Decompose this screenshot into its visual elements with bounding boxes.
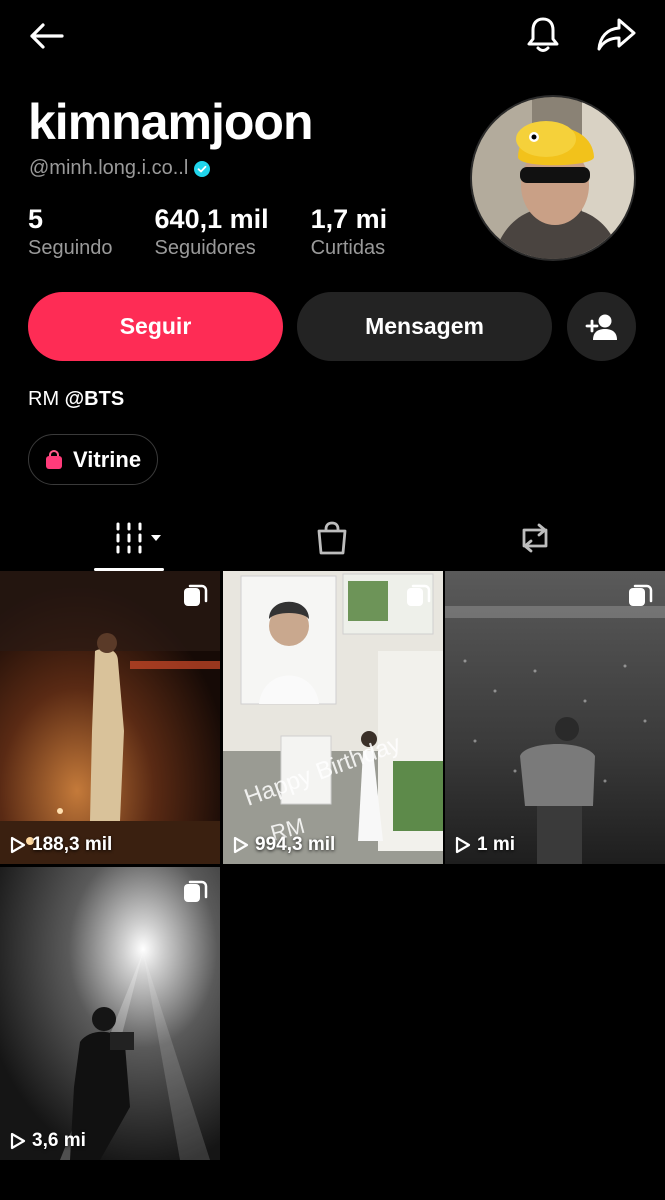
view-count: 994,3 mil bbox=[233, 834, 335, 856]
stat-label: Curtidas bbox=[310, 237, 386, 259]
profile-bio: RM @BTS bbox=[28, 388, 124, 411]
video-tile[interactable]: Happy Birthday RM 994,3 mil bbox=[223, 571, 443, 864]
add-friend-button[interactable] bbox=[567, 292, 636, 361]
bio-mention-link[interactable]: @BTS bbox=[65, 388, 125, 410]
add-user-icon bbox=[585, 314, 617, 340]
verified-badge-icon bbox=[194, 160, 211, 177]
bio-text: RM bbox=[28, 388, 65, 410]
tab-shop[interactable] bbox=[252, 505, 412, 571]
stat-label: Seguidores bbox=[154, 237, 256, 259]
stat-value: 1,7 mi bbox=[310, 204, 388, 234]
view-count: 188,3 mil bbox=[10, 834, 112, 856]
top-bar bbox=[0, 0, 665, 72]
stat-value: 640,1 mil bbox=[154, 204, 269, 234]
grid-lines-icon bbox=[116, 522, 161, 554]
multi-photo-icon bbox=[184, 880, 208, 902]
bell-icon bbox=[527, 17, 559, 52]
profile-name: kimnamjoon bbox=[28, 94, 313, 150]
view-count-label: 3,6 mi bbox=[32, 1130, 86, 1151]
profile-handle: @minh.long.i.co..l bbox=[29, 157, 189, 179]
avatar-image bbox=[472, 97, 634, 259]
view-count-label: 188,3 mil bbox=[32, 834, 113, 855]
tab-videos[interactable] bbox=[60, 505, 220, 571]
stat-value: 5 bbox=[28, 204, 44, 234]
play-icon bbox=[10, 836, 26, 854]
stat-followers[interactable]: 640,1 mil Seguidores bbox=[155, 203, 269, 260]
play-icon bbox=[233, 836, 249, 854]
share-button[interactable] bbox=[588, 12, 644, 58]
play-icon bbox=[10, 1132, 26, 1150]
video-thumbnail bbox=[0, 867, 220, 1160]
shopping-bag-icon bbox=[317, 521, 347, 555]
notifications-button[interactable] bbox=[515, 12, 571, 58]
multi-photo-icon bbox=[407, 584, 431, 606]
profile-page: kimnamjoon @minh.long.i.co..l 5 Seguindo… bbox=[0, 0, 665, 1200]
video-thumbnail bbox=[445, 571, 665, 864]
profile-stats: 5 Seguindo 640,1 mil Seguidores 1,7 mi C… bbox=[28, 203, 429, 260]
view-count-label: 994,3 mil bbox=[255, 834, 336, 855]
view-count: 3,6 mi bbox=[10, 1130, 86, 1152]
video-thumbnail: Happy Birthday RM bbox=[223, 571, 443, 864]
video-tile[interactable]: 1 mi bbox=[445, 571, 665, 864]
repost-icon bbox=[522, 523, 548, 553]
stat-label: Seguindo bbox=[28, 237, 113, 259]
back-arrow-icon bbox=[30, 23, 64, 49]
video-thumbnail bbox=[0, 571, 220, 864]
play-icon bbox=[455, 836, 471, 854]
content-tabs bbox=[0, 505, 665, 571]
back-button[interactable] bbox=[20, 14, 72, 58]
chevron-down-icon bbox=[151, 535, 161, 541]
shopping-bag-icon bbox=[46, 449, 62, 469]
video-tile[interactable]: 188,3 mil bbox=[0, 571, 220, 864]
follow-button[interactable]: Seguir bbox=[28, 292, 283, 361]
handle-row: @minh.long.i.co..l bbox=[29, 157, 211, 180]
multi-photo-icon bbox=[629, 584, 653, 606]
stat-following[interactable]: 5 Seguindo bbox=[28, 203, 113, 260]
vitrine-button[interactable]: Vitrine bbox=[28, 434, 159, 485]
avatar[interactable] bbox=[470, 95, 636, 261]
view-count-label: 1 mi bbox=[477, 834, 516, 855]
vitrine-label: Vitrine bbox=[73, 446, 142, 472]
share-arrow-icon bbox=[597, 18, 636, 51]
multi-photo-icon bbox=[184, 584, 208, 606]
video-tile[interactable]: 3,6 mi bbox=[0, 867, 220, 1160]
stat-likes[interactable]: 1,7 mi Curtidas bbox=[311, 203, 388, 260]
tab-reposts[interactable] bbox=[455, 505, 615, 571]
message-button[interactable]: Mensagem bbox=[297, 292, 552, 361]
view-count: 1 mi bbox=[455, 834, 515, 856]
